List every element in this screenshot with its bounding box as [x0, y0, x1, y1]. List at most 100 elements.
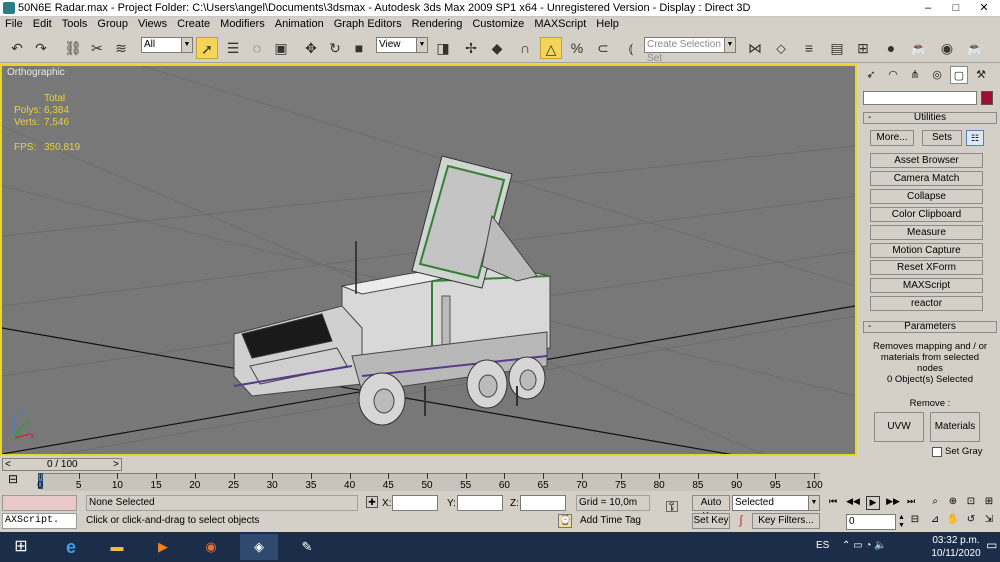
- angle-snap-icon[interactable]: △: [540, 37, 562, 59]
- fov-icon[interactable]: ⊿: [928, 514, 942, 528]
- configure-sets-icon[interactable]: ☷: [966, 130, 984, 146]
- quick-render-icon[interactable]: ◉: [936, 37, 958, 59]
- zoom-extents-icon[interactable]: ⊡: [964, 496, 978, 510]
- painter-icon[interactable]: ✎: [288, 534, 326, 560]
- slider-prev-button[interactable]: <: [5, 459, 11, 470]
- z-field[interactable]: [520, 495, 566, 511]
- layers-icon[interactable]: ≡: [798, 37, 820, 59]
- menu-modifiers[interactable]: Modifiers: [215, 17, 270, 30]
- render-scene-icon[interactable]: ☕: [908, 37, 930, 59]
- current-frame-field[interactable]: 0: [846, 514, 896, 530]
- reactor-button[interactable]: reactor: [870, 296, 983, 311]
- time-slider[interactable]: < 0 / 100 >: [2, 458, 122, 471]
- region-select-icon[interactable]: ◌: [246, 37, 268, 59]
- viewport-label[interactable]: Orthographic: [7, 67, 65, 78]
- file-explorer-icon[interactable]: ▬: [98, 534, 136, 560]
- collapse-button[interactable]: Collapse: [870, 189, 983, 204]
- render-icon[interactable]: ☕: [964, 37, 986, 59]
- edge-icon[interactable]: e: [52, 534, 90, 560]
- schematic-icon[interactable]: ⊞: [852, 37, 874, 59]
- auto-key-button[interactable]: Auto Key: [692, 495, 730, 522]
- next-frame-icon[interactable]: ▶▶: [886, 496, 900, 510]
- undo-icon[interactable]: ↶: [6, 37, 28, 59]
- snap-icon[interactable]: ∩: [514, 37, 536, 59]
- menu-tools[interactable]: Tools: [57, 17, 93, 30]
- tray-icons[interactable]: ⌃ ▭ ◔ 🔈: [842, 540, 887, 551]
- menu-customize[interactable]: Customize: [467, 17, 529, 30]
- frame-spinner-icon[interactable]: ▲ ▼: [898, 514, 906, 530]
- maximize-viewport-icon[interactable]: ⇲: [982, 514, 996, 528]
- move-icon[interactable]: ✥: [300, 37, 322, 59]
- camera-match-button[interactable]: Camera Match: [870, 171, 983, 186]
- menu-maxscript[interactable]: MAXScript: [529, 17, 591, 30]
- zoom-extents-all-icon[interactable]: ⊞: [982, 496, 996, 510]
- start-icon[interactable]: ⊞: [2, 534, 40, 560]
- window-crossing-icon[interactable]: ▣: [270, 37, 292, 59]
- redo-icon[interactable]: ↷: [30, 37, 52, 59]
- default-tangent-icon[interactable]: ∫: [733, 513, 749, 529]
- curve-editor-icon[interactable]: ▤: [826, 37, 848, 59]
- rotate-icon[interactable]: ↻: [324, 37, 346, 59]
- select-object-icon[interactable]: ➚: [196, 37, 218, 59]
- maximize-button[interactable]: □: [942, 0, 970, 16]
- firefox-icon[interactable]: ◉: [192, 534, 230, 560]
- language-indicator[interactable]: ES: [816, 540, 829, 551]
- zoom-all-icon[interactable]: ⊕: [946, 496, 960, 510]
- utilities-tab-icon[interactable]: ⚒: [972, 66, 990, 84]
- time-tag-icon[interactable]: ⌚: [558, 514, 572, 528]
- play-icon[interactable]: ▶: [866, 496, 880, 510]
- display-tab-icon[interactable]: ▢: [950, 66, 968, 84]
- key-mode-dropdown[interactable]: Selected ▼: [732, 495, 820, 511]
- menu-group[interactable]: Group: [92, 17, 133, 30]
- key-icon[interactable]: ⚿: [658, 499, 686, 523]
- reset-xform-button[interactable]: Reset XForm: [870, 260, 983, 275]
- menu-animation[interactable]: Animation: [270, 17, 329, 30]
- maxscript-listener-mini[interactable]: [2, 495, 77, 511]
- more-button[interactable]: More...: [870, 130, 914, 146]
- notifications-icon[interactable]: ▭: [986, 538, 997, 552]
- time-config-icon[interactable]: ⊟: [908, 514, 922, 528]
- lock-selection-icon[interactable]: ✚: [366, 496, 378, 508]
- modify-tab-icon[interactable]: ◠: [884, 66, 902, 84]
- reference-coord-dropdown[interactable]: View ▼: [376, 37, 428, 53]
- object-color-swatch[interactable]: [981, 91, 993, 105]
- menu-rendering[interactable]: Rendering: [407, 17, 468, 30]
- prev-frame-icon[interactable]: ◀◀: [846, 496, 860, 510]
- orbit-icon[interactable]: ↺: [964, 514, 978, 528]
- go-end-icon[interactable]: ⏭: [904, 496, 918, 510]
- menu-file[interactable]: File: [0, 17, 28, 30]
- uvw-button[interactable]: UVW: [874, 412, 924, 442]
- menu-help[interactable]: Help: [591, 17, 624, 30]
- mirror-icon[interactable]: ✢: [460, 37, 482, 59]
- go-start-icon[interactable]: ⏮: [826, 496, 840, 510]
- slider-next-button[interactable]: >: [113, 459, 119, 470]
- set-gray-checkbox[interactable]: [932, 447, 942, 457]
- x-field[interactable]: [392, 495, 438, 511]
- maxscript-button[interactable]: MAXScript: [870, 278, 983, 293]
- close-button[interactable]: ✕: [970, 0, 998, 16]
- menu-graph-editors[interactable]: Graph Editors: [329, 17, 407, 30]
- scale-icon[interactable]: ■: [348, 37, 370, 59]
- utilities-rollout[interactable]: - Utilities: [863, 112, 997, 124]
- set-key-button[interactable]: Set Key: [692, 513, 730, 529]
- minimize-button[interactable]: –: [914, 0, 942, 16]
- unlink-icon[interactable]: ✂: [86, 37, 108, 59]
- align-tool-icon[interactable]: ⬦: [770, 37, 792, 59]
- menu-edit[interactable]: Edit: [28, 17, 57, 30]
- measure-button[interactable]: Measure: [870, 225, 983, 240]
- spinner-snap-icon[interactable]: ⊂: [592, 37, 614, 59]
- create-tab-icon[interactable]: ➶: [862, 66, 880, 84]
- mirror-tool-icon[interactable]: ⋈: [744, 37, 766, 59]
- materials-button[interactable]: Materials: [930, 412, 980, 442]
- motion-capture-button[interactable]: Motion Capture: [870, 243, 983, 258]
- key-filters-button[interactable]: Key Filters...: [752, 513, 820, 529]
- menu-views[interactable]: Views: [133, 17, 172, 30]
- parameters-rollout[interactable]: - Parameters: [863, 321, 997, 333]
- named-selection-dropdown[interactable]: Create Selection Set ▼: [644, 37, 736, 64]
- object-name-field[interactable]: [863, 91, 977, 105]
- clock-time[interactable]: 03:32 p.m.: [926, 535, 986, 546]
- media-player-icon[interactable]: ▶: [144, 534, 182, 560]
- orthographic-viewport[interactable]: Orthographic Total Polys: 6,384 Verts: 7…: [0, 64, 857, 456]
- material-editor-icon[interactable]: ●: [880, 37, 902, 59]
- pan-icon[interactable]: ✋: [946, 514, 960, 528]
